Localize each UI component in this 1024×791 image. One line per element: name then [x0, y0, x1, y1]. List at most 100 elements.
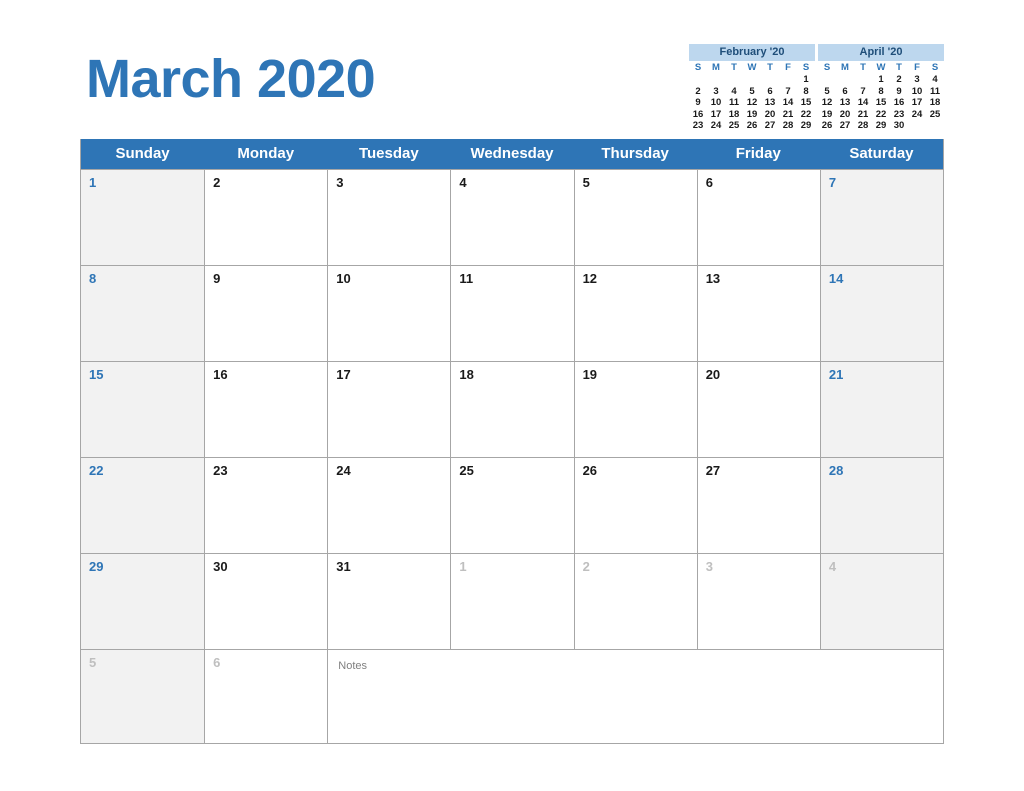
calendar-day-cell[interactable]: 30 — [204, 554, 328, 649]
mini-calendar-day[interactable]: 12 — [743, 97, 761, 109]
calendar-day-cell[interactable]: 3 — [696, 554, 820, 649]
mini-calendar-day[interactable]: 14 — [854, 97, 872, 109]
mini-calendar-day[interactable]: 22 — [872, 109, 890, 121]
mini-calendar-day[interactable]: 2 — [689, 86, 707, 98]
mini-calendar-day[interactable]: 8 — [872, 86, 890, 98]
calendar-day-cell[interactable]: 29 — [81, 554, 205, 649]
calendar-day-cell[interactable]: 17 — [327, 362, 451, 457]
mini-calendar-day[interactable]: 9 — [689, 97, 707, 109]
calendar-day-cell[interactable]: 28 — [819, 458, 943, 553]
mini-calendar-day[interactable]: 15 — [872, 97, 890, 109]
mini-calendar-day[interactable]: 11 — [725, 97, 743, 109]
mini-calendar-day[interactable]: 6 — [761, 86, 779, 98]
mini-calendar-day[interactable]: 3 — [707, 86, 725, 98]
calendar-day-cell[interactable]: 5 — [573, 170, 697, 265]
mini-calendar-day[interactable]: 16 — [689, 109, 707, 121]
mini-calendar-day[interactable]: 15 — [797, 97, 815, 109]
calendar-day-cell[interactable]: 21 — [819, 362, 943, 457]
calendar-day-cell[interactable]: 24 — [327, 458, 451, 553]
mini-calendar-day[interactable]: 7 — [779, 86, 797, 98]
mini-calendar-day[interactable]: 27 — [761, 120, 779, 132]
mini-calendar-day[interactable]: 20 — [836, 109, 854, 121]
mini-calendar-day[interactable]: 8 — [797, 86, 815, 98]
mini-calendar-day[interactable]: 1 — [872, 74, 890, 86]
calendar-day-cell[interactable]: 8 — [81, 266, 205, 361]
mini-calendar-day[interactable]: 23 — [689, 120, 707, 132]
notes-cell[interactable]: Notes — [327, 650, 943, 743]
mini-calendar-empty-day — [926, 120, 944, 132]
mini-calendar-day[interactable]: 17 — [908, 97, 926, 109]
calendar-day-cell[interactable]: 3 — [327, 170, 451, 265]
calendar-day-cell[interactable]: 19 — [573, 362, 697, 457]
calendar-day-cell[interactable]: 2 — [573, 554, 697, 649]
calendar-day-cell[interactable]: 31 — [327, 554, 451, 649]
calendar-day-cell[interactable]: 25 — [450, 458, 574, 553]
calendar-day-cell[interactable]: 5 — [81, 650, 205, 743]
mini-calendar-day[interactable]: 5 — [743, 86, 761, 98]
mini-calendar-day[interactable]: 24 — [707, 120, 725, 132]
calendar-day-cell[interactable]: 16 — [204, 362, 328, 457]
mini-calendar-day[interactable]: 17 — [707, 109, 725, 121]
calendar-day-cell[interactable]: 2 — [204, 170, 328, 265]
calendar-day-cell[interactable]: 18 — [450, 362, 574, 457]
calendar-day-cell[interactable]: 1 — [450, 554, 574, 649]
calendar-day-cell[interactable]: 27 — [696, 458, 820, 553]
calendar-day-cell[interactable]: 20 — [696, 362, 820, 457]
mini-calendar-day[interactable]: 2 — [890, 74, 908, 86]
mini-calendar-day[interactable]: 26 — [743, 120, 761, 132]
mini-calendar-day[interactable]: 18 — [926, 97, 944, 109]
calendar-day-cell[interactable]: 10 — [327, 266, 451, 361]
calendar-day-cell[interactable]: 22 — [81, 458, 205, 553]
mini-calendar-day[interactable]: 27 — [836, 120, 854, 132]
mini-calendar-day[interactable]: 22 — [797, 109, 815, 121]
calendar-day-cell[interactable]: 6 — [204, 650, 328, 743]
mini-calendar-day[interactable]: 4 — [725, 86, 743, 98]
mini-calendar-day[interactable]: 26 — [818, 120, 836, 132]
calendar-day-cell[interactable]: 26 — [573, 458, 697, 553]
mini-calendar-day[interactable]: 21 — [854, 109, 872, 121]
mini-calendar-day[interactable]: 29 — [797, 120, 815, 132]
calendar-day-cell[interactable]: 4 — [819, 554, 943, 649]
calendar-day-cell[interactable]: 9 — [204, 266, 328, 361]
mini-calendar-day[interactable]: 19 — [818, 109, 836, 121]
mini-calendar-day[interactable]: 13 — [761, 97, 779, 109]
calendar-day-cell[interactable]: 14 — [819, 266, 943, 361]
calendar-day-cell[interactable]: 1 — [81, 170, 205, 265]
mini-calendar-day[interactable]: 28 — [854, 120, 872, 132]
mini-calendar-day[interactable]: 10 — [707, 97, 725, 109]
calendar-day-cell[interactable]: 11 — [450, 266, 574, 361]
mini-calendar-day[interactable]: 9 — [890, 86, 908, 98]
mini-calendar-day[interactable]: 7 — [854, 86, 872, 98]
mini-calendar-day[interactable]: 4 — [926, 74, 944, 86]
mini-calendar-day[interactable]: 25 — [725, 120, 743, 132]
mini-calendar-day[interactable]: 18 — [725, 109, 743, 121]
calendar-day-cell[interactable]: 4 — [450, 170, 574, 265]
mini-calendar-day[interactable]: 3 — [908, 74, 926, 86]
mini-calendar-day[interactable]: 13 — [836, 97, 854, 109]
mini-calendar-dow: S — [931, 62, 939, 73]
mini-calendar-day[interactable]: 1 — [797, 74, 815, 86]
mini-calendar-day[interactable]: 23 — [890, 109, 908, 121]
mini-calendar-day[interactable]: 5 — [818, 86, 836, 98]
mini-calendar-day[interactable]: 20 — [761, 109, 779, 121]
mini-calendar-day[interactable]: 11 — [926, 86, 944, 98]
mini-calendar-day[interactable]: 10 — [908, 86, 926, 98]
calendar-day-cell[interactable]: 12 — [573, 266, 697, 361]
day-number: 29 — [89, 559, 104, 574]
mini-calendar-day[interactable]: 28 — [779, 120, 797, 132]
mini-calendar-day[interactable]: 29 — [872, 120, 890, 132]
mini-calendar-day[interactable]: 16 — [890, 97, 908, 109]
calendar-day-cell[interactable]: 7 — [819, 170, 943, 265]
mini-calendar-day[interactable]: 24 — [908, 109, 926, 121]
mini-calendar-day[interactable]: 19 — [743, 109, 761, 121]
mini-calendar-day[interactable]: 12 — [818, 97, 836, 109]
calendar-day-cell[interactable]: 15 — [81, 362, 205, 457]
mini-calendar-day[interactable]: 14 — [779, 97, 797, 109]
mini-calendar-day[interactable]: 21 — [779, 109, 797, 121]
mini-calendar-day[interactable]: 25 — [926, 109, 944, 121]
mini-calendar-day[interactable]: 6 — [836, 86, 854, 98]
calendar-day-cell[interactable]: 23 — [204, 458, 328, 553]
calendar-day-cell[interactable]: 6 — [696, 170, 820, 265]
calendar-day-cell[interactable]: 13 — [696, 266, 820, 361]
mini-calendar-day[interactable]: 30 — [890, 120, 908, 132]
